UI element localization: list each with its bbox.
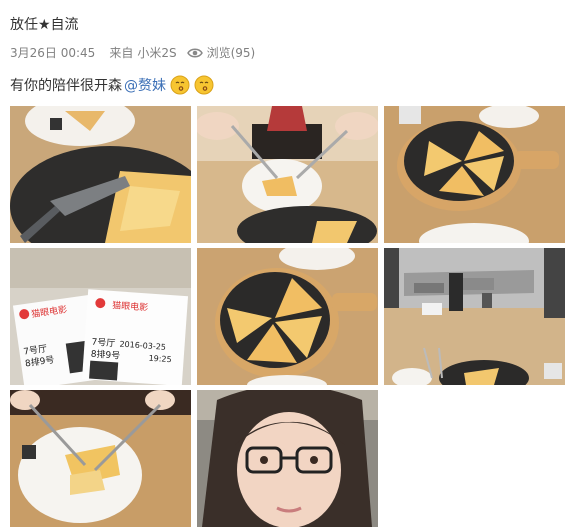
ticket-hall: 7号厅 bbox=[91, 337, 115, 350]
post-content: 有你的陪伴很开森 bbox=[10, 78, 122, 94]
kiss-emoji bbox=[170, 75, 190, 95]
restaurant-window-photo[interactable] bbox=[384, 248, 565, 385]
username[interactable]: 放任★自流 bbox=[10, 14, 79, 34]
post-date[interactable]: 3月26日 00:45 bbox=[10, 44, 95, 61]
eye-icon bbox=[186, 48, 203, 57]
device-source[interactable]: 小米2S bbox=[137, 44, 176, 61]
pizza-pan-photo[interactable] bbox=[10, 106, 191, 243]
movie-tickets-photo[interactable]: 猫眼电影 7号厅 8排9号 猫眼电影 7号厅 2016-03-25 8排9号 1… bbox=[10, 248, 191, 385]
mention-link[interactable]: @赘妹 bbox=[124, 75, 166, 95]
source-prefix: 来自 bbox=[109, 46, 134, 60]
view-count: 浏览(95) bbox=[206, 46, 256, 60]
cutting-pizza-photo[interactable] bbox=[197, 106, 378, 243]
ticket-time: 19:25 bbox=[148, 354, 172, 365]
post-meta: 3月26日 00:45 来自 小米2S 浏览(95) bbox=[10, 44, 255, 61]
post-text: 有你的陪伴很开森 @赘妹 bbox=[10, 75, 214, 95]
eating-pizza-photo[interactable] bbox=[10, 390, 191, 527]
pizza-board-photo[interactable] bbox=[384, 106, 565, 243]
kiss-emoji bbox=[194, 75, 214, 95]
pizza-top-view-photo[interactable] bbox=[197, 248, 378, 385]
selfie-photo[interactable] bbox=[197, 390, 378, 527]
